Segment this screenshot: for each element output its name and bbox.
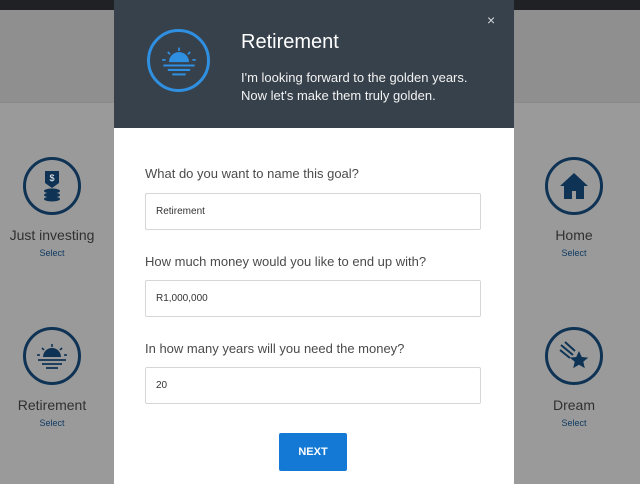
select-link[interactable]: Select	[504, 418, 640, 428]
years-label: In how many years will you need the mone…	[145, 341, 405, 356]
goal-card-just-investing[interactable]: $ Just investing Select	[0, 157, 122, 258]
close-icon[interactable]: ×	[487, 12, 495, 28]
select-link[interactable]: Select	[0, 248, 122, 258]
goal-name-input[interactable]	[145, 193, 481, 230]
goal-name-label: What do you want to name this goal?	[145, 166, 359, 181]
modal-subtitle: I'm looking forward to the golden years.…	[241, 69, 491, 105]
house-icon	[545, 157, 603, 215]
years-input[interactable]	[145, 367, 481, 404]
goal-name: Home	[555, 227, 593, 243]
modal-header: Retirement I'm looking forward to the go…	[114, 0, 514, 128]
goal-name: Retirement	[17, 397, 87, 413]
target-amount-input[interactable]	[145, 280, 481, 317]
goal-card-home[interactable]: Home Select	[504, 157, 640, 258]
money-stack-icon: $	[23, 157, 81, 215]
select-link[interactable]: Select	[0, 418, 122, 428]
goal-card-dream[interactable]: Dream Select	[504, 327, 640, 428]
shooting-star-icon	[545, 327, 603, 385]
sunset-icon	[147, 29, 210, 92]
sunset-icon	[23, 327, 81, 385]
goal-name: Dream	[552, 397, 595, 413]
goal-modal: Retirement I'm looking forward to the go…	[114, 0, 514, 484]
subtitle-line: Now let's make them truly golden.	[241, 88, 436, 103]
next-button[interactable]: NEXT	[279, 433, 347, 471]
svg-text:$: $	[49, 173, 54, 183]
goal-name: Just investing	[9, 227, 95, 243]
select-link[interactable]: Select	[504, 248, 640, 258]
modal-title: Retirement	[241, 31, 339, 53]
subtitle-line: I'm looking forward to the golden years.	[241, 70, 468, 85]
goal-card-retirement[interactable]: Retirement Select	[0, 327, 122, 428]
target-amount-label: How much money would you like to end up …	[145, 254, 427, 269]
